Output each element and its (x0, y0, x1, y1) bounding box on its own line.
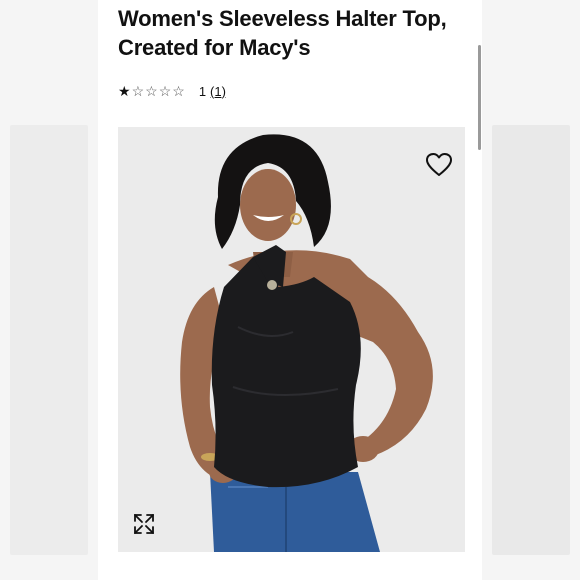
star-filled-icon: ★ (118, 83, 131, 99)
previous-slide-image (10, 125, 88, 555)
product-image[interactable] (118, 127, 465, 552)
wishlist-heart-icon[interactable] (425, 151, 453, 179)
review-count-link[interactable]: (1) (210, 84, 226, 99)
product-photo-illustration (118, 127, 465, 552)
rating-stars: ★ ☆ ☆ ☆ ☆ (118, 84, 185, 98)
previous-slide-preview (0, 0, 98, 580)
next-slide-preview (482, 0, 580, 580)
product-panel: Women's Sleeveless Halter Top, Created f… (98, 0, 482, 580)
next-slide-image (492, 125, 570, 555)
star-empty-icon: ☆ (145, 83, 158, 99)
star-empty-icon: ☆ (172, 83, 185, 99)
rating-value: 1 (198, 83, 207, 99)
product-title: Women's Sleeveless Halter Top, Created f… (118, 6, 447, 60)
star-empty-icon: ☆ (158, 83, 172, 99)
star-empty-icon: ☆ (131, 83, 145, 99)
page-scrollbar[interactable] (478, 45, 481, 150)
expand-image-icon[interactable] (132, 512, 156, 536)
product-rating[interactable]: ★ ☆ ☆ ☆ ☆ 1 (1) (118, 82, 226, 100)
